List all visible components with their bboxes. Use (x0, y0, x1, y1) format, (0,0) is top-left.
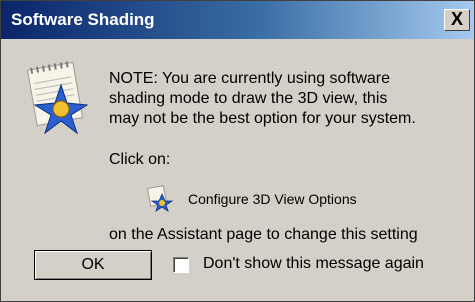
dont-show-again-checkbox[interactable] (173, 257, 189, 273)
close-icon: X (450, 9, 463, 29)
click-on-label: Click on: (109, 151, 171, 168)
dont-show-again-label[interactable]: Don't show this message again (203, 255, 424, 273)
configure-3d-view-icon (146, 185, 174, 212)
notepad-star-icon (26, 61, 89, 135)
note-line-1: NOTE: You are currently using software (109, 70, 391, 87)
note-message: NOTE: You are currently using software s… (109, 69, 467, 129)
note-line-2: shading mode to draw the 3D view, this (109, 90, 388, 107)
assistant-page-text: on the Assistant page to change this set… (109, 226, 418, 243)
software-shading-dialog: Software Shading X NOTE: You are current… (0, 0, 475, 302)
dialog-title: Software Shading (11, 10, 155, 29)
configure-3d-view-text[interactable]: Configure 3D View Options (188, 191, 357, 207)
close-button[interactable]: X (444, 9, 470, 31)
ok-button[interactable]: OK (34, 250, 152, 280)
note-line-3: may not be the best option for your syst… (109, 110, 416, 127)
title-bar[interactable]: Software Shading X (1, 1, 474, 39)
